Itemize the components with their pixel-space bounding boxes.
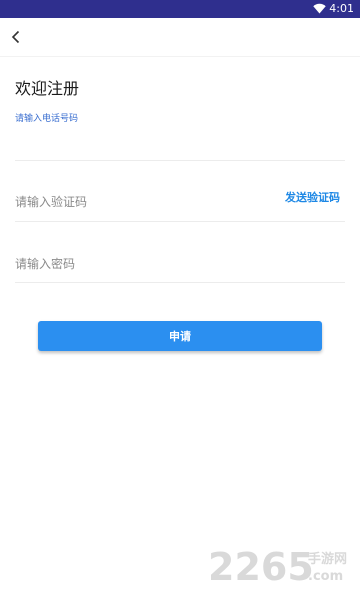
page-title: 欢迎注册 bbox=[15, 79, 80, 98]
watermark-name: 手游网 bbox=[308, 551, 347, 567]
apply-button[interactable]: 申请 bbox=[38, 321, 322, 351]
phone-field[interactable]: 请输入电话号码 bbox=[15, 113, 345, 161]
send-code-button[interactable]: 发送验证码 bbox=[285, 190, 340, 206]
password-input[interactable] bbox=[15, 256, 265, 272]
status-bar: 4:01 bbox=[0, 0, 360, 18]
wifi-icon bbox=[313, 3, 326, 14]
password-field bbox=[15, 222, 345, 283]
site-watermark-logo: 2265 手游网 .com bbox=[208, 545, 347, 586]
watermark-domain: .com bbox=[308, 569, 343, 584]
top-bar bbox=[0, 18, 360, 57]
code-input[interactable] bbox=[15, 194, 265, 210]
phone-field-label: 请输入电话号码 bbox=[15, 114, 79, 124]
status-time: 4:01 bbox=[329, 2, 354, 15]
watermark-number: 2265 bbox=[208, 545, 314, 586]
phone-input[interactable] bbox=[15, 139, 265, 155]
back-button[interactable] bbox=[6, 27, 26, 47]
chevron-left-icon bbox=[11, 30, 20, 44]
